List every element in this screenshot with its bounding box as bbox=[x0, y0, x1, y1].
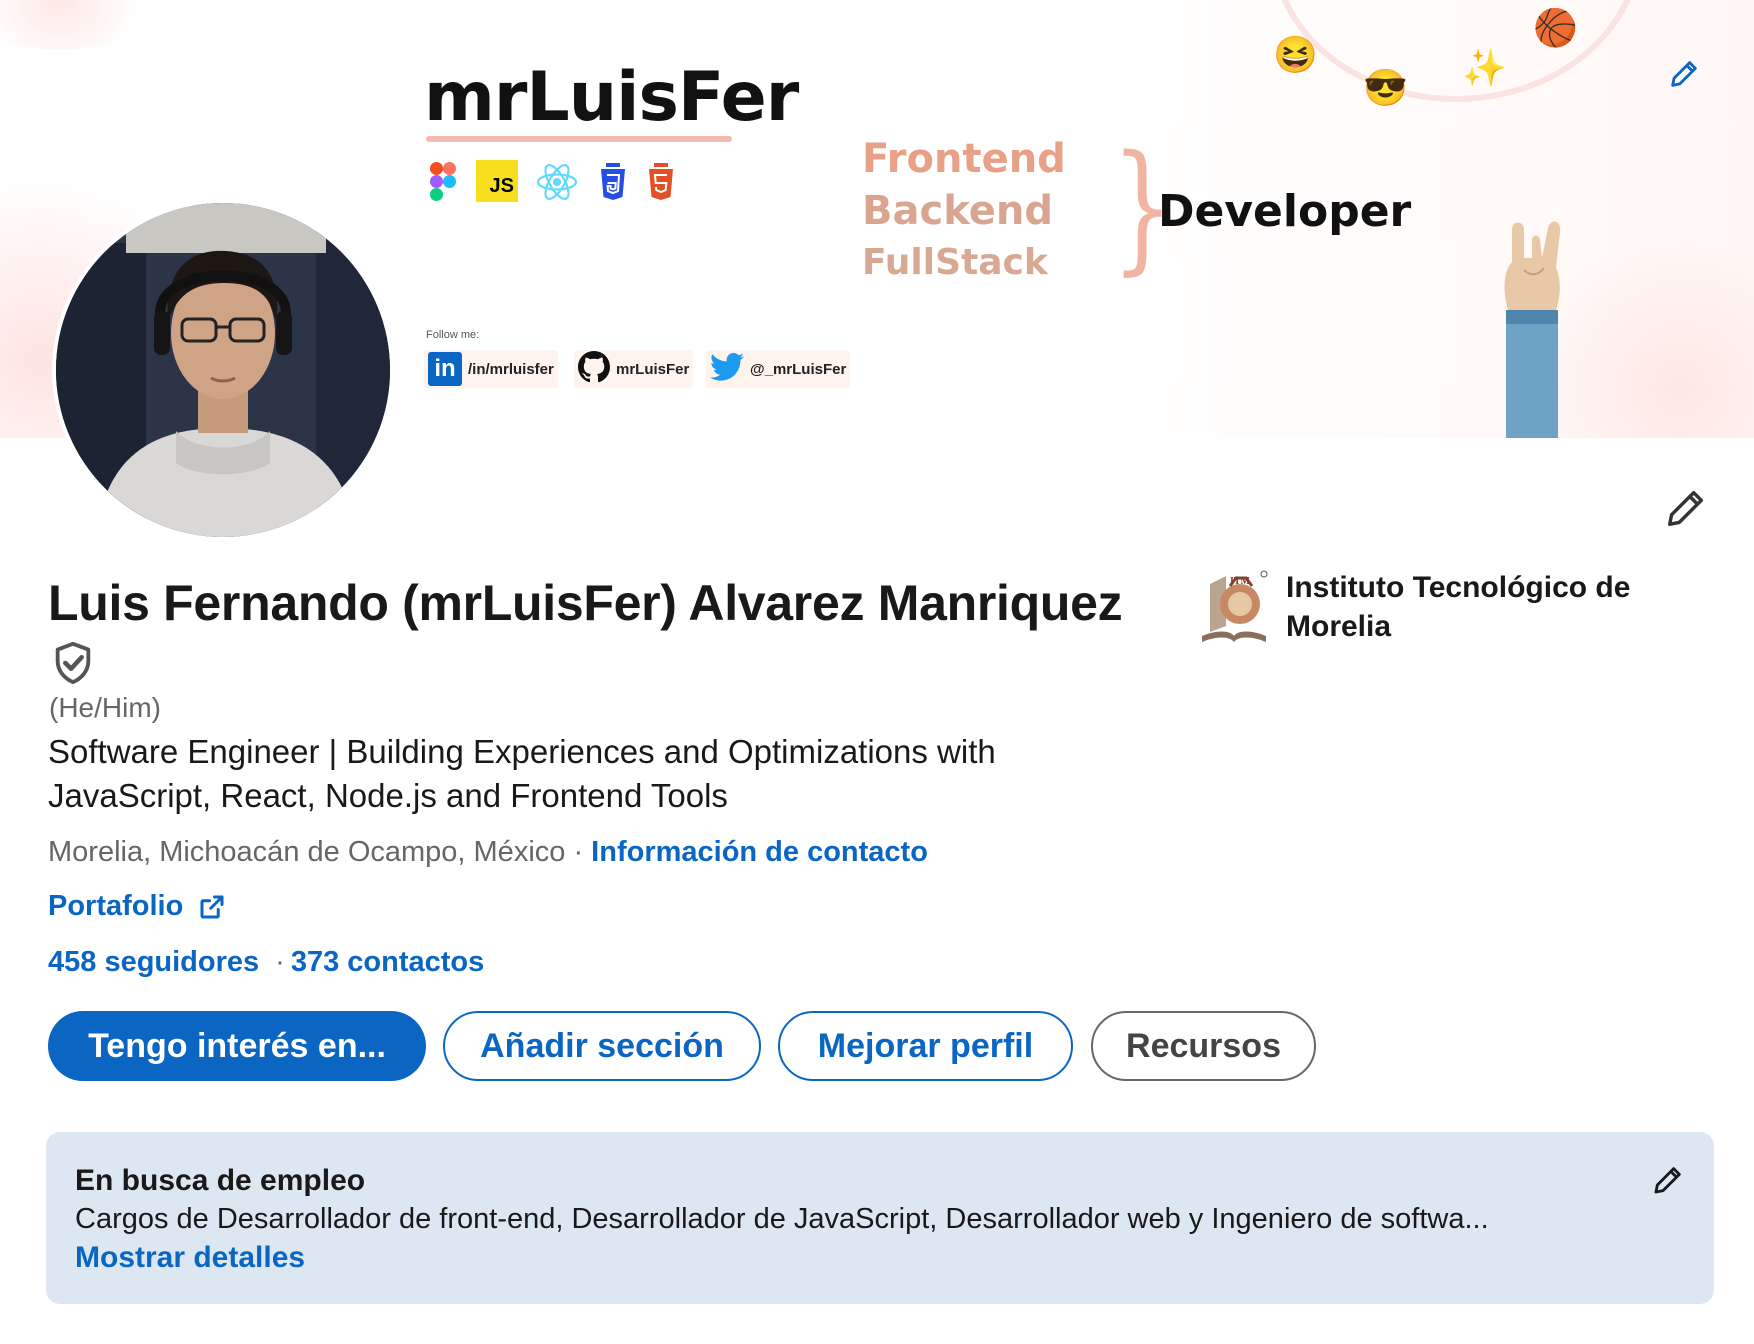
avatar-photo bbox=[56, 203, 390, 537]
network-stats: 458 seguidores · 373 contactos bbox=[48, 946, 484, 979]
profile-location-line: Morelia, Michoacán de Ocampo, México · I… bbox=[48, 836, 928, 869]
javascript-icon: JS bbox=[476, 160, 518, 202]
banner-social-github: mrLuisFer bbox=[574, 350, 694, 388]
profile-headline: Software Engineer | Building Experiences… bbox=[48, 733, 996, 814]
banner-orbit-decoration bbox=[1270, 0, 1642, 102]
laughing-emoji-icon: 😆 bbox=[1273, 34, 1318, 75]
show-details-link[interactable]: Mostrar detalles bbox=[75, 1241, 305, 1275]
open-to-work-card: En busca de empleo Cargos de Desarrollad… bbox=[46, 1132, 1714, 1304]
edit-banner-button[interactable] bbox=[1664, 54, 1704, 94]
connections-link[interactable]: 373 contactos bbox=[291, 946, 484, 978]
profile-avatar[interactable] bbox=[52, 199, 394, 541]
banner-role-fullstack: FullStack bbox=[862, 242, 1048, 283]
banner-social-twitter: @_mrLuisFer bbox=[706, 350, 851, 388]
edit-profile-intro-button[interactable] bbox=[1660, 482, 1712, 534]
banner-developer-title: Developer bbox=[1158, 186, 1412, 237]
verified-shield-icon[interactable] bbox=[50, 640, 96, 686]
open-to-work-title: En busca de empleo bbox=[75, 1164, 366, 1197]
rock-hand-icon bbox=[1486, 210, 1576, 438]
profile-location: Morelia, Michoacán de Ocampo, México bbox=[48, 836, 566, 868]
follow-me-label: Follow me: bbox=[426, 329, 480, 341]
javascript-icon-label: JS bbox=[489, 175, 514, 197]
linkedin-icon: in bbox=[428, 352, 462, 386]
banner-brand-title: mrLuisFer bbox=[424, 58, 799, 137]
edit-open-to-work-button[interactable] bbox=[1646, 1158, 1690, 1202]
banner-brand-underline bbox=[426, 136, 732, 142]
react-icon bbox=[534, 160, 580, 204]
banner-decoration bbox=[0, 0, 160, 50]
sparkles-emoji-icon: ✨ bbox=[1462, 47, 1507, 88]
banner-social-label: @_mrLuisFer bbox=[750, 360, 847, 378]
resources-button[interactable]: Recursos bbox=[1091, 1011, 1316, 1081]
open-to-work-description: Cargos de Desarrollador de front-end, De… bbox=[75, 1203, 1489, 1235]
css3-icon bbox=[596, 160, 630, 204]
github-icon bbox=[578, 351, 610, 387]
portfolio-label: Portafolio bbox=[48, 890, 184, 922]
basketball-emoji-icon: 🏀 bbox=[1533, 7, 1578, 48]
location-separator: · bbox=[565, 836, 592, 868]
school-logo-icon: ITM bbox=[1196, 566, 1272, 648]
profile-pronouns: (He/Him) bbox=[49, 692, 161, 723]
contact-info-link[interactable]: Información de contacto bbox=[591, 836, 928, 868]
add-section-button[interactable]: Añadir sección bbox=[443, 1011, 761, 1081]
banner-role-backend: Backend bbox=[862, 188, 1053, 234]
banner-role-frontend: Frontend bbox=[862, 136, 1066, 182]
portfolio-link[interactable]: Portafolio bbox=[48, 890, 227, 923]
svg-text:ITM: ITM bbox=[1230, 576, 1251, 587]
pencil-icon bbox=[1654, 1167, 1681, 1194]
pencil-icon bbox=[1671, 61, 1697, 87]
twitter-icon bbox=[710, 352, 744, 386]
profile-name: Luis Fernando (mrLuisFer) Alvarez Manriq… bbox=[48, 575, 1123, 631]
sunglasses-emoji-icon: 😎 bbox=[1363, 67, 1408, 108]
figma-icon bbox=[428, 160, 458, 204]
pencil-icon bbox=[1667, 490, 1704, 527]
banner-social-label: /in/mrluisfer bbox=[468, 360, 554, 378]
enhance-profile-button[interactable]: Mejorar perfil bbox=[778, 1011, 1073, 1081]
html5-icon bbox=[644, 160, 678, 204]
network-separator: · bbox=[275, 946, 285, 978]
followers-link[interactable]: 458 seguidores bbox=[48, 946, 259, 978]
external-link-icon bbox=[200, 895, 224, 918]
banner-social-label: mrLuisFer bbox=[616, 360, 690, 378]
open-to-button[interactable]: Tengo interés en... bbox=[48, 1011, 426, 1081]
school-name: Instituto Tecnológico de Morelia bbox=[1286, 571, 1631, 643]
banner-social-linkedin: in /in/mrluisfer bbox=[424, 350, 558, 388]
education-entry[interactable]: ITM Instituto Tecnológico de Morelia bbox=[1196, 566, 1666, 648]
